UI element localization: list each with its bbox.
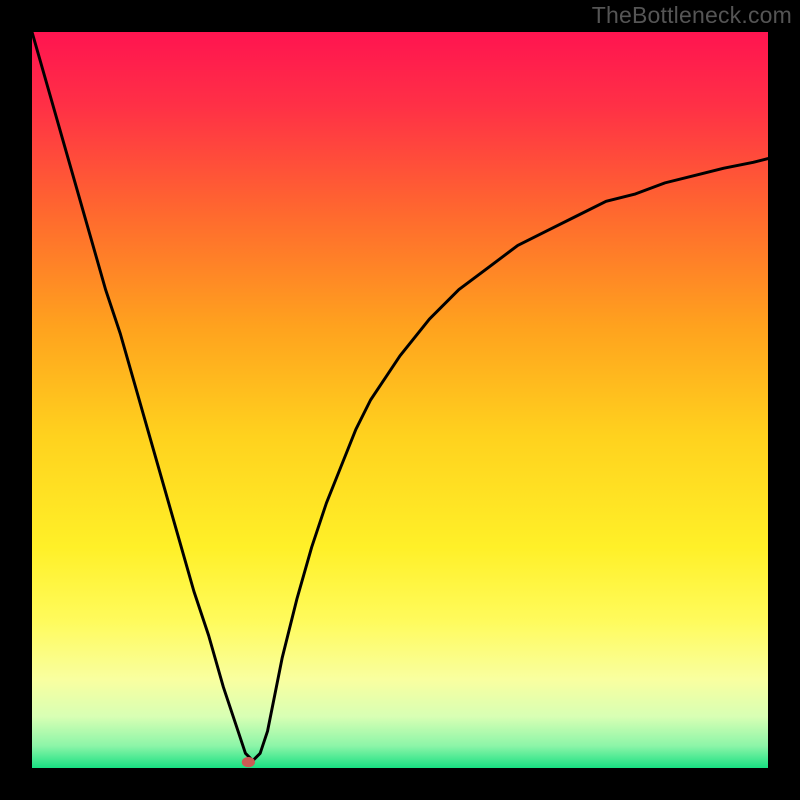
watermark-text: TheBottleneck.com (592, 2, 792, 29)
gradient-background (32, 32, 768, 768)
plot-area (32, 32, 768, 768)
chart-svg (32, 32, 768, 768)
chart-frame: TheBottleneck.com (0, 0, 800, 800)
minimum-marker (242, 757, 255, 767)
